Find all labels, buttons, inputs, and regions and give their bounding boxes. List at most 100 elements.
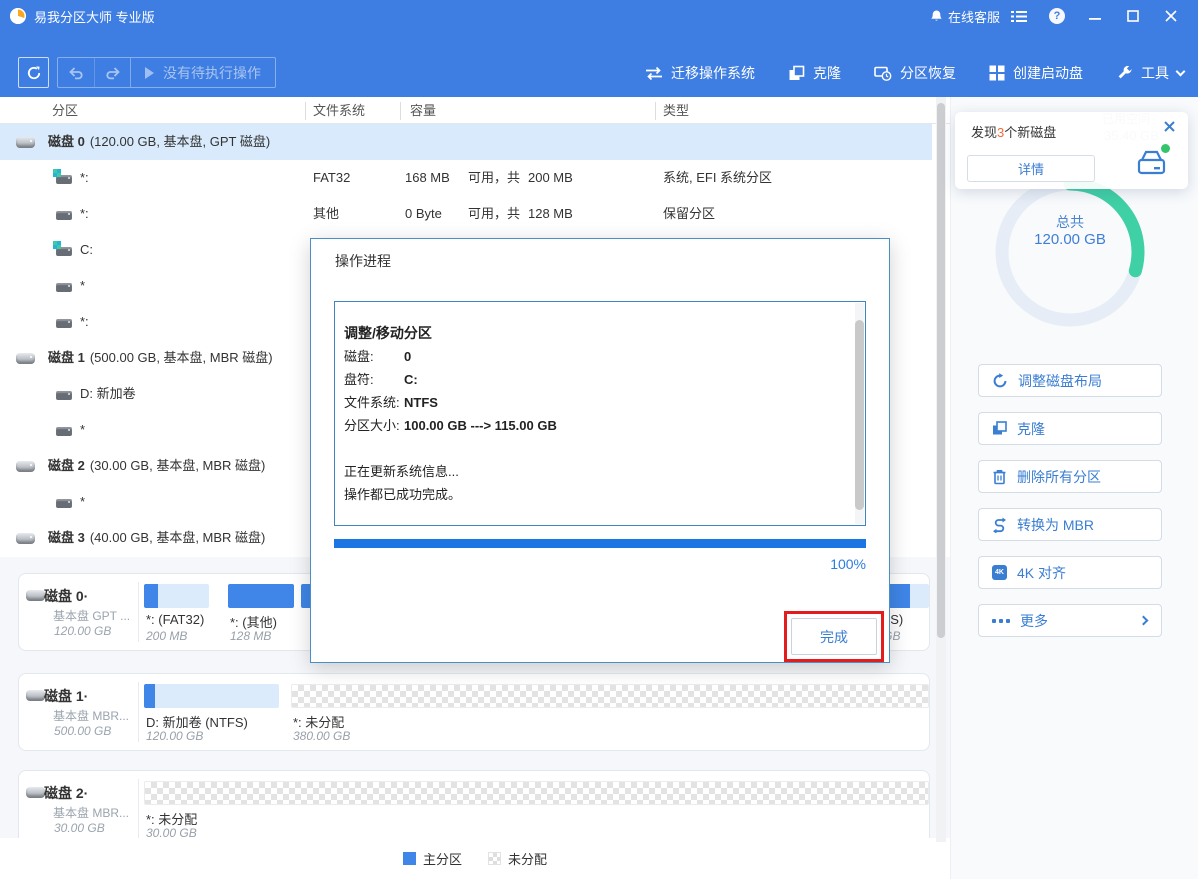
play-icon [145, 67, 154, 79]
operation-list-button[interactable] [1000, 0, 1038, 32]
log-line: 分区大小:100.00 GB ---> 115.00 GB [344, 414, 557, 437]
progress-percent: 100% [334, 556, 866, 572]
table-row-partition[interactable]: *: 其他 0 Byte 可用，共 128 MB 保留分区 [0, 196, 932, 232]
capacity-free: 168 MB [405, 160, 450, 196]
wrench-icon [1116, 65, 1133, 82]
dialog-title: 操作进程 [335, 251, 391, 271]
card-divider [138, 779, 139, 839]
card-divider [138, 582, 139, 642]
partition-name: *: [80, 196, 89, 232]
redo-button[interactable] [94, 58, 130, 87]
unallocated-bar [144, 781, 929, 805]
log-line: 磁盘:0 [344, 345, 557, 368]
legend: 主分区 未分配 [0, 838, 950, 879]
partition-bar [228, 584, 294, 608]
more-label: 更多 [1020, 611, 1048, 631]
capacity-total: 200 MB [528, 160, 573, 196]
operation-log-box: 调整/移动分区 磁盘:0 盘符:C: 文件系统:NTFS 分区大小:100.00… [334, 301, 866, 526]
log-scrollbar-thumb[interactable] [855, 320, 864, 510]
primary-partition-swatch [403, 852, 416, 865]
disk-card-type: 基本盘 MBR... [53, 804, 129, 821]
notification-close-icon[interactable] [1164, 121, 1175, 132]
partition-bar [144, 584, 209, 608]
details-button[interactable]: 详情 [967, 155, 1095, 182]
close-button[interactable] [1152, 0, 1190, 32]
partition-size: 120.00 GB [146, 729, 203, 743]
partition-icon [56, 319, 72, 328]
migrate-os-button[interactable]: 迁移操作系统 [645, 63, 755, 83]
partition-name: *: [80, 160, 89, 196]
execute-pending-button[interactable]: 没有待执行操作 [130, 58, 275, 87]
unallocated-swatch [488, 852, 501, 865]
disk-card-size: 30.00 GB [54, 821, 105, 835]
main-scrollbar-thumb[interactable] [937, 103, 945, 638]
disk-icon [16, 461, 35, 472]
partition-name: * [80, 268, 85, 304]
disk-card-name: 磁盘 1· [44, 686, 88, 706]
convert-to-mbr-button[interactable]: 转换为 MBR [978, 508, 1162, 541]
capacity-infix: 可用，共 [468, 160, 520, 196]
log-line: 盘符:C: [344, 368, 557, 391]
column-type: 类型 [663, 97, 689, 124]
tools-button[interactable]: 工具 [1116, 63, 1184, 83]
clone-icon [992, 421, 1007, 436]
disk-card-type: 基本盘 MBR... [53, 707, 129, 724]
card-divider [138, 682, 139, 742]
refresh-button[interactable] [18, 57, 49, 88]
table-row-disk0[interactable]: 磁盘 0(120.00 GB, 基本盘, GPT 磁盘) [0, 124, 932, 160]
partition-type: 保留分区 [663, 196, 715, 232]
partition-icon [56, 499, 72, 508]
4k-align-button[interactable]: 4K 4K 对齐 [978, 556, 1162, 589]
undo-button[interactable] [58, 58, 94, 87]
bootable-disk-icon [989, 65, 1005, 81]
partition-segment[interactable]: *: (其他) 128 MB [228, 574, 294, 652]
create-bootable-button[interactable]: 创建启动盘 [989, 63, 1083, 83]
disk-icon [16, 533, 35, 544]
capacity-free: 0 Byte [405, 196, 442, 232]
disk-card-name: 磁盘 0· [44, 586, 88, 606]
more-button[interactable]: 更多 [978, 604, 1162, 637]
disk-name: 磁盘 0(120.00 GB, 基本盘, GPT 磁盘) [48, 124, 270, 160]
delete-all-partitions-label: 删除所有分区 [1017, 467, 1101, 487]
chevron-down-icon [1176, 66, 1186, 76]
legend-primary-label: 主分区 [423, 849, 462, 868]
disk2-card[interactable]: 磁盘 2· 基本盘 MBR... 30.00 GB *: 未分配 30.00 G… [18, 770, 930, 848]
partition-size: 380.00 GB [293, 729, 350, 743]
online-service-button[interactable]: 在线客服 [929, 7, 1000, 26]
operation-name: 调整/移动分区 [344, 322, 557, 345]
app-title: 易我分区大师 专业版 [34, 7, 155, 26]
filesystem-value: 其他 [313, 196, 339, 232]
delete-all-partitions-button[interactable]: 删除所有分区 [978, 460, 1162, 493]
partition-icon [56, 391, 72, 400]
partition-segment[interactable]: *: (FAT32) 200 MB [144, 574, 209, 652]
partition-segment[interactable]: D: 新加卷 (NTFS) 120.00 GB [144, 674, 279, 752]
disk1-card[interactable]: 磁盘 1· 基本盘 MBR... 500.00 GB D: 新加卷 (NTFS)… [18, 673, 930, 751]
table-row-partition[interactable]: *: FAT32 168 MB 可用，共 200 MB 系统, EFI 系统分区 [0, 160, 932, 196]
partition-recovery-button[interactable]: 分区恢复 [874, 63, 956, 83]
more-icon [992, 619, 1010, 623]
partition-size: 128 MB [230, 629, 271, 643]
minimize-button[interactable] [1076, 0, 1114, 32]
help-button[interactable]: ? [1038, 0, 1076, 32]
log-line: 文件系统:NTFS [344, 391, 557, 414]
adjust-layout-button[interactable]: 调整磁盘布局 [978, 364, 1162, 397]
disk-icon [16, 353, 35, 364]
migrate-os-label: 迁移操作系统 [671, 63, 755, 83]
done-button[interactable]: 完成 [791, 618, 877, 655]
partition-label: *: (FAT32) [146, 612, 204, 627]
tools-label: 工具 [1141, 63, 1169, 83]
clone-disk-label: 克隆 [1017, 419, 1045, 439]
migrate-os-icon [645, 66, 663, 81]
app-logo-icon [10, 8, 26, 24]
redo-icon [105, 66, 121, 80]
partition-icon [56, 211, 72, 220]
disk-usage-donut [995, 177, 1145, 327]
maximize-button[interactable] [1114, 0, 1152, 32]
clone-disk-button[interactable]: 克隆 [978, 412, 1162, 445]
clone-button[interactable]: 克隆 [788, 63, 841, 83]
column-divider [400, 102, 401, 120]
help-icon: ? [1049, 8, 1065, 24]
unallocated-segment[interactable]: *: 未分配 380.00 GB [291, 674, 929, 752]
partition-recovery-label: 分区恢复 [900, 63, 956, 83]
legend-unallocated-label: 未分配 [508, 849, 547, 868]
